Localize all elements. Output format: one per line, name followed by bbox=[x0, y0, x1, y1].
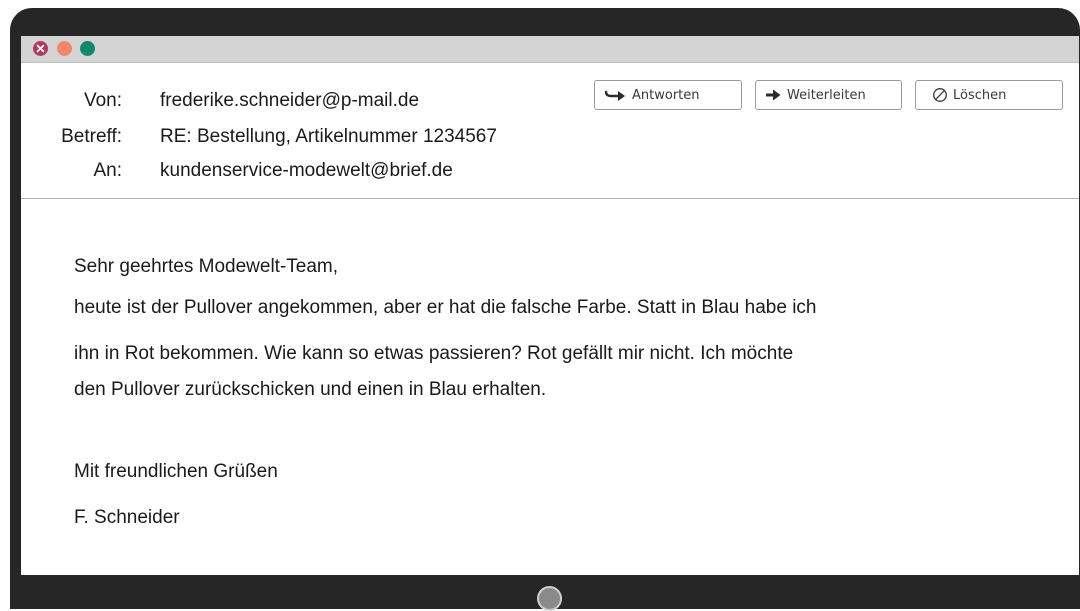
subject-value: RE: Bestellung, Artikelnummer 1234567 bbox=[160, 126, 497, 147]
minimize-window-button[interactable] bbox=[57, 41, 72, 56]
delete-label: Löschen bbox=[953, 87, 1007, 103]
to-label: An: bbox=[93, 160, 122, 181]
close-window-button[interactable] bbox=[33, 41, 48, 56]
body-line: den Pullover zurückschicken und einen in… bbox=[74, 379, 547, 400]
window-titlebar bbox=[21, 36, 1079, 63]
greeting-line: Sehr geehrtes Modewelt-Team, bbox=[74, 256, 339, 277]
forward-button[interactable]: Weiterleiten bbox=[755, 80, 902, 110]
close-icon bbox=[36, 44, 45, 53]
signature-line: F. Schneider bbox=[74, 507, 180, 528]
closing-line: Mit freundlichen Grüßen bbox=[74, 461, 278, 482]
home-button[interactable] bbox=[537, 586, 562, 611]
prohibited-icon bbox=[932, 87, 948, 103]
reply-button[interactable]: Antworten bbox=[594, 80, 742, 110]
from-label: Von: bbox=[83, 90, 122, 111]
email-header: Von: frederike.schneider@p-mail.de Betre… bbox=[21, 63, 1079, 199]
email-window: Von: frederike.schneider@p-mail.de Betre… bbox=[21, 36, 1079, 575]
forward-label: Weiterleiten bbox=[787, 87, 866, 103]
to-address: kundenservice-modewelt@brief.de bbox=[160, 160, 453, 181]
from-address: frederike.schneider@p-mail.de bbox=[160, 90, 420, 111]
forward-arrow-icon bbox=[766, 88, 782, 102]
body-line: heute ist der Pullover angekommen, aber … bbox=[74, 297, 817, 318]
delete-button[interactable]: Löschen bbox=[915, 80, 1063, 110]
subject-label: Betreff: bbox=[61, 126, 122, 147]
body-line: ihn in Rot bekommen. Wie kann so etwas p… bbox=[74, 343, 794, 364]
maximize-window-button[interactable] bbox=[80, 41, 95, 56]
reply-arrow-icon bbox=[605, 88, 627, 102]
reply-label: Antworten bbox=[632, 87, 700, 103]
